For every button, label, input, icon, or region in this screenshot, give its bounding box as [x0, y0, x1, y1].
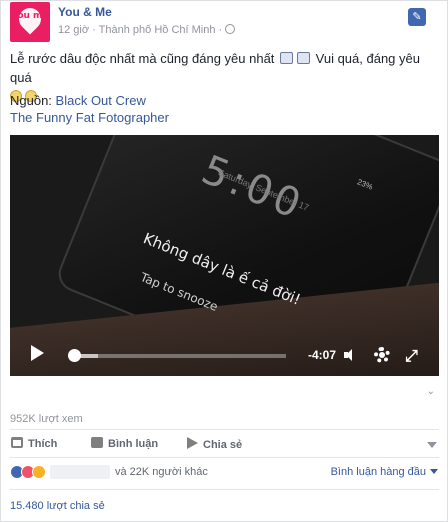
- meta-separator-2: ·: [218, 24, 226, 36]
- like-button[interactable]: Thích: [11, 437, 57, 450]
- view-count: 952K lượt xem: [10, 413, 83, 425]
- comment-sort-dropdown[interactable]: Bình luận hàng đầu: [331, 466, 438, 478]
- avatar-logo-text: you me: [11, 11, 49, 21]
- gear-icon[interactable]: [374, 347, 390, 363]
- comment-icon: [91, 437, 103, 448]
- post-location[interactable]: Thành phố Hồ Chí Minh: [99, 24, 216, 36]
- chevron-down-icon[interactable]: ⌄: [427, 386, 435, 397]
- comment-button[interactable]: Bình luận: [91, 437, 158, 450]
- video-player[interactable]: 5:00 Saturday, September 17 23% Không dâ…: [10, 135, 439, 376]
- comment-sort-label: Bình luận hàng đầu: [330, 466, 426, 478]
- divider-2: [10, 457, 439, 458]
- source-link-1[interactable]: Black Out Crew: [56, 93, 146, 108]
- post-menu-chevron-icon[interactable]: [427, 442, 437, 452]
- page-name[interactable]: You & Me: [58, 5, 112, 19]
- pin-icon[interactable]: ✎: [408, 8, 426, 26]
- video-time-remaining: -4:07: [308, 348, 337, 362]
- post-time[interactable]: 12 giờ: [58, 24, 89, 36]
- avatar[interactable]: you me: [10, 2, 50, 42]
- reaction-names-redacted: [50, 465, 110, 479]
- divider-3: [10, 489, 439, 490]
- source-link-2[interactable]: The Funny Fat Fotographer: [10, 110, 169, 125]
- post-meta: 12 giờ · Thành phố Hồ Chí Minh ·: [58, 24, 236, 36]
- fullscreen-icon[interactable]: ⤢: [405, 348, 421, 364]
- video-scrubber-handle[interactable]: [68, 349, 81, 362]
- post-source: Nguồn: Black Out Crew The Funny Fat Foto…: [10, 92, 169, 126]
- volume-icon[interactable]: [344, 349, 354, 361]
- share-icon: [187, 437, 198, 449]
- play-icon[interactable]: [31, 345, 44, 361]
- like-label: Thích: [28, 438, 58, 450]
- caret-down-icon: [430, 469, 438, 474]
- thumbs-up-icon: [280, 52, 294, 64]
- share-label: Chia sẻ: [203, 439, 243, 451]
- share-button[interactable]: Chia sẻ: [187, 437, 242, 451]
- post-header: you me You & Me 12 giờ · Thành phố Hồ Ch…: [10, 2, 440, 42]
- share-count[interactable]: 15.480 lượt chia sẻ: [10, 500, 105, 512]
- comment-label: Bình luận: [108, 438, 159, 450]
- source-label: Nguồn:: [10, 93, 52, 108]
- video-controls: -4:07 ⤢: [10, 336, 439, 376]
- divider: [10, 429, 439, 430]
- reactions-bar: và 22K người khác Bình luận hàng đầu: [10, 465, 440, 481]
- video-progress-track[interactable]: [70, 354, 286, 358]
- thumbs-up-icon-2: [297, 52, 311, 64]
- post-card: you me You & Me 12 giờ · Thành phố Hồ Ch…: [0, 0, 448, 522]
- message-line1: Lễ rước dâu độc nhất mà cũng đáng yêu nh…: [10, 51, 275, 66]
- haha-reaction-icon[interactable]: [32, 465, 46, 479]
- action-bar: Thích Bình luận Chia sẻ: [1, 433, 447, 455]
- reaction-count[interactable]: và 22K người khác: [115, 466, 208, 478]
- like-icon: [11, 437, 23, 448]
- globe-icon: [225, 24, 236, 34]
